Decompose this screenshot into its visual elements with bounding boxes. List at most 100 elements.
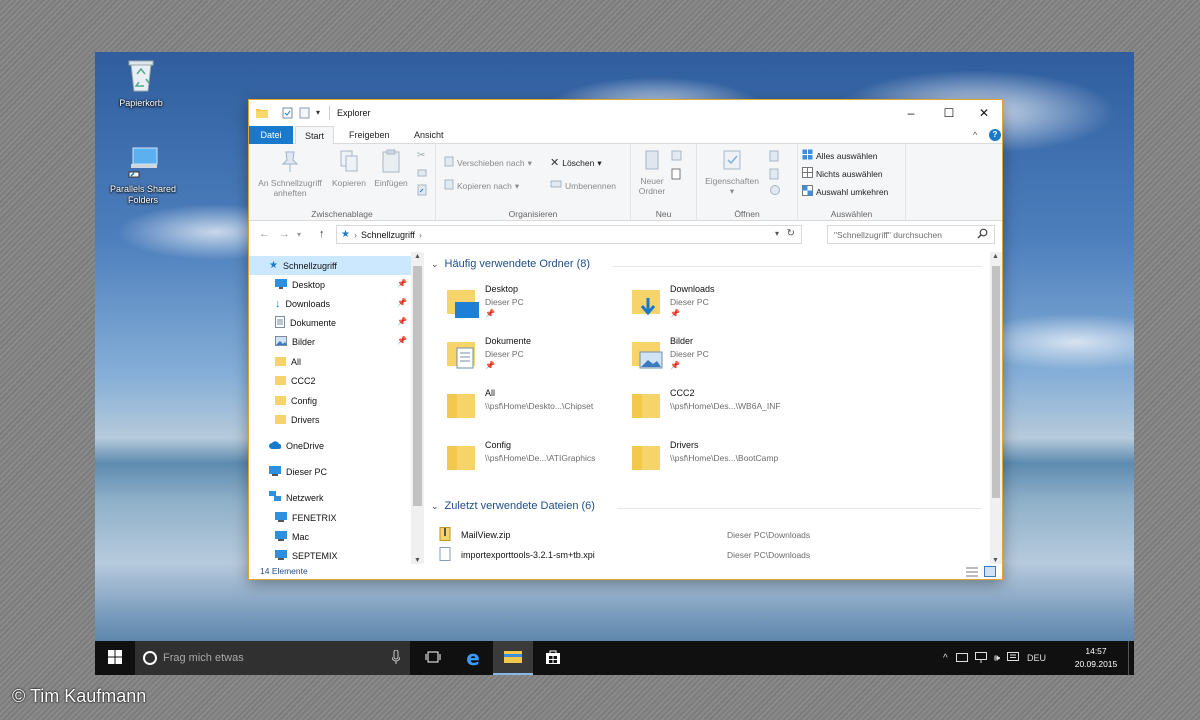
clock[interactable]: 14:57 20.09.2015 [1071,645,1121,671]
file-name: importexporttools-3.2.1-sm+tb.xpi [461,550,595,560]
nav-item-dieser-pc[interactable]: Dieser PC [249,462,411,481]
back-arrow-icon[interactable]: ← [259,228,270,240]
refresh-icon[interactable]: ↻ [787,228,795,239]
nav-item-ccc2[interactable]: CCC2 [249,371,411,390]
details-view-icon[interactable] [966,567,978,582]
nav-item-config[interactable]: Config [249,391,411,410]
select-all-button[interactable]: Alles auswählen [802,149,877,163]
task-view-button[interactable] [413,641,453,675]
nav-item-bilder[interactable]: Bilder 📌 [249,332,411,351]
show-desktop-button[interactable] [1128,641,1134,675]
edge-button[interactable]: e [453,641,493,675]
properties-icon[interactable] [282,107,293,119]
parallels-icon[interactable] [955,652,968,664]
volume-icon[interactable]: 🕪 [994,653,1000,664]
nav-item-drivers[interactable]: Drivers [249,410,411,429]
copy-button[interactable]: Kopieren [329,149,369,188]
scrollbar-thumb[interactable] [413,266,422,506]
collapse-ribbon-icon[interactable]: ^ [973,130,977,140]
tab-datei[interactable]: Datei [249,126,293,144]
paste-button[interactable]: Einfügen [371,149,411,188]
recent-file-row[interactable]: MailView.zip Dieser PC\Downloads [439,526,979,544]
scroll-up-icon[interactable]: ▲ [414,253,421,260]
microphone-icon[interactable] [391,649,401,667]
network-status-icon[interactable] [974,651,987,665]
recent-file-row[interactable]: importexporttools-3.2.1-sm+tb.xpi Dieser… [439,546,979,564]
cut-icon[interactable]: ✂ [417,150,425,161]
delete-button[interactable]: ✕ Löschen ▾ [550,156,602,170]
new-folder-icon[interactable] [299,107,310,119]
content-scrollbar[interactable]: ▲ ▼ [990,252,1002,565]
nav-item-downloads[interactable]: ↓ Downloads 📌 [249,294,411,313]
properties-button[interactable]: Eigenschaften ▾ [701,149,763,196]
section-recent-files[interactable]: ⌄ Zuletzt verwendete Dateien (6) [431,500,595,512]
folder-tile-desktop[interactable]: Desktop Dieser PC 📌 [445,284,625,328]
forward-arrow-icon[interactable]: → [279,228,290,240]
navigation-scrollbar[interactable]: ▲ ▼ [411,252,424,565]
large-icons-view-icon[interactable] [984,566,996,582]
address-history-icon[interactable]: ▾ [775,229,779,238]
scrollbar-thumb[interactable] [992,266,1000,498]
scroll-down-icon[interactable]: ▼ [414,557,421,564]
recent-locations-icon[interactable]: ▾ [297,230,301,239]
folder-tile-ccc2[interactable]: CCC2 \\psf\Home\Des...\WB6A_INF [630,388,810,432]
nav-item-dokumente[interactable]: Dokumente 📌 [249,313,411,332]
maximize-button[interactable]: ☐ [930,100,968,126]
folder-tile-config[interactable]: Config \\psf\Home\De...\ATIGraphics [445,440,625,484]
folder-tile-downloads[interactable]: Downloads Dieser PC 📌 [630,284,810,328]
copy-path-icon[interactable] [417,168,427,180]
nav-item-desktop[interactable]: Desktop 📌 [249,275,411,294]
help-icon[interactable]: ? [989,129,1001,141]
pin-quick-access-button[interactable]: An Schnellzugriff anheften [253,149,327,198]
nav-item-schnellzugriff[interactable]: ★ Schnellzugriff [249,256,411,275]
tab-freigeben[interactable]: Freigeben [340,126,399,144]
new-folder-button[interactable]: Neuer Ordner [633,149,671,196]
notifications-icon[interactable] [1007,651,1020,665]
scroll-down-icon[interactable]: ▼ [992,557,999,564]
cortana-search-box[interactable]: Frag mich etwas [135,641,410,675]
nav-item-mac[interactable]: Mac [249,527,411,546]
section-frequent-folders[interactable]: ⌄ Häufig verwendete Ordner (8) [431,258,590,270]
nav-item-all[interactable]: All [249,352,411,371]
start-button[interactable] [95,641,135,675]
up-arrow-icon[interactable]: ↑ [319,228,325,240]
folder-tile-all[interactable]: All \\psf\Home\Deskto...\Chipset [445,388,625,432]
paste-shortcut-icon[interactable] [417,184,427,198]
folder-tile-drivers[interactable]: Drivers \\psf\Home\Des...\BootCamp [630,440,810,484]
chevron-down-icon: ⌄ [431,500,439,511]
nav-item-netzwerk[interactable]: Netzwerk [249,488,411,507]
open-icon[interactable] [769,150,781,164]
navigation-pane: ★ Schnellzugriff Desktop 📌 ↓ Downloads 📌… [249,252,424,565]
minimize-button[interactable]: – [892,100,930,126]
file-explorer-button[interactable] [493,641,533,675]
easy-access-icon[interactable] [671,168,685,182]
select-none-button[interactable]: Nichts auswählen [802,166,883,181]
rename-button[interactable]: Umbenennen [550,179,616,193]
nav-item-fenetrix[interactable]: FENETRIX [249,508,411,527]
scroll-up-icon[interactable]: ▲ [992,253,999,260]
file-path: Dieser PC\Downloads [727,530,811,540]
search-input[interactable]: "Schnellzugriff" durchsuchen [827,225,995,244]
tab-ansicht[interactable]: Ansicht [405,126,453,144]
folder-tile-bilder[interactable]: Bilder Dieser PC 📌 [630,336,810,380]
store-button[interactable] [533,641,573,675]
show-hidden-icons-icon[interactable]: ^ [943,653,948,664]
history-icon[interactable] [769,184,781,198]
edit-icon[interactable] [769,168,781,182]
folder-tile-dokumente[interactable]: Dokumente Dieser PC 📌 [445,336,625,380]
close-button[interactable]: ✕ [965,100,1003,126]
nav-item-onedrive[interactable]: OneDrive [249,436,411,455]
move-to-button[interactable]: Verschieben nach ▾ [444,156,532,170]
input-language[interactable]: DEU [1027,653,1046,663]
tab-start[interactable]: Start [295,126,335,145]
pin-quick-access-label: An Schnellzugriff anheften [258,178,322,198]
copy-to-button[interactable]: Kopieren nach ▾ [444,179,519,193]
chevron-down-icon[interactable]: ▾ [316,108,327,120]
address-bar[interactable]: ★ › Schnellzugriff › ▾ ↻ [336,225,802,244]
invert-selection-button[interactable]: Auswahl umkehren [802,184,888,199]
breadcrumb-schnellzugriff[interactable]: Schnellzugriff [361,230,415,240]
desktop-icon-recycle-bin[interactable]: Papierkorb [101,58,181,109]
desktop-icon-shared-folders[interactable]: Parallels Shared Folders [103,146,183,206]
nav-item-septemix[interactable]: SEPTEMIX [249,546,411,565]
new-item-icon[interactable] [671,150,685,164]
